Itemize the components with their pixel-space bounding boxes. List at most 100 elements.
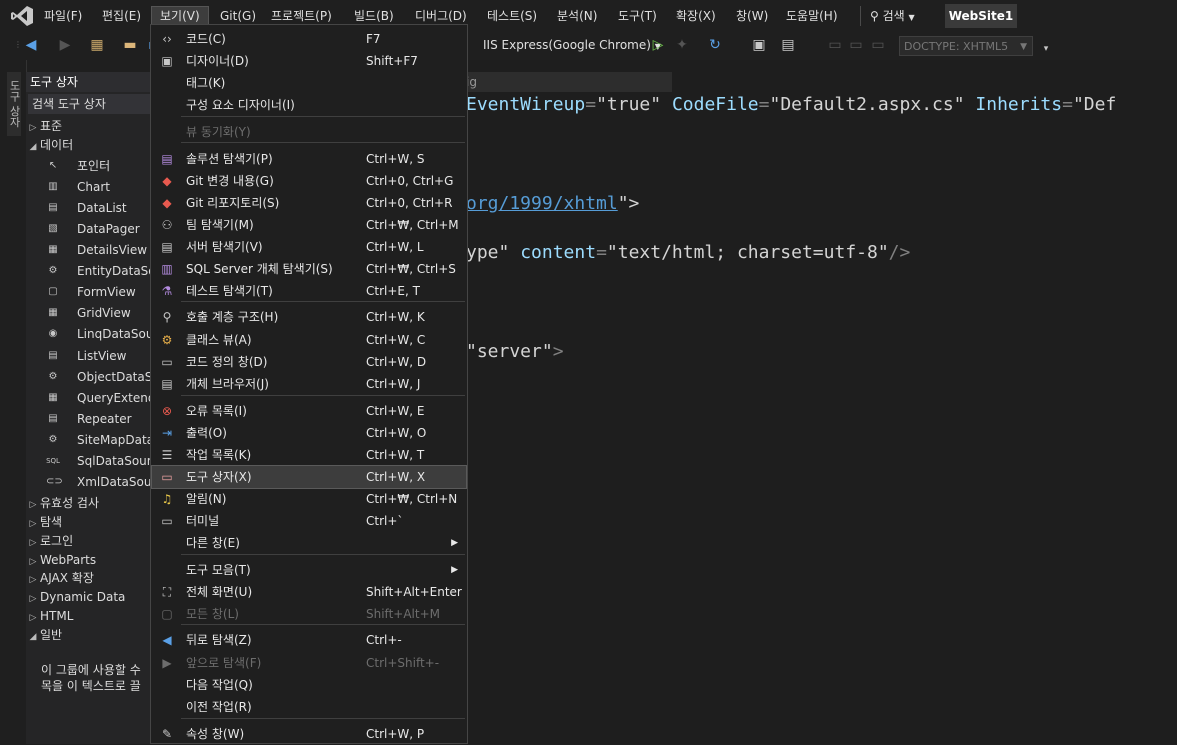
navigate-forward-icon[interactable]: ▶ bbox=[57, 37, 73, 53]
doctype-select[interactable]: DOCTYPE: XHTML5 ▼ bbox=[899, 36, 1033, 56]
view-menu-item[interactable]: ☰ 작업 목록(K) Ctrl+W, T bbox=[152, 444, 466, 466]
view-menu-item[interactable]: ⚇ 팀 탐색기(M) Ctrl+₩, Ctrl+M bbox=[152, 214, 466, 236]
view-menu-item[interactable]: ▭ 터미널 Ctrl+` bbox=[152, 510, 466, 532]
view-menu-item[interactable]: ▥ SQL Server 개체 탐색기(S) Ctrl+₩, Ctrl+S bbox=[152, 258, 466, 280]
view-menu-item-label: 팀 탐색기(M) bbox=[186, 218, 254, 232]
view-menu-item[interactable]: ▣ 디자이너(D) Shift+F7 bbox=[152, 50, 466, 72]
toolbox-item[interactable]: ⊂⊃ XmlDataSour bbox=[26, 472, 152, 493]
view-menu-item[interactable]: ⇥ 출력(O) Ctrl+W, O bbox=[152, 422, 466, 444]
control-icon: ▥ bbox=[48, 180, 58, 192]
view-menu-item[interactable]: ◆ Git 리포지토리(S) Ctrl+0, Ctrl+R bbox=[152, 192, 466, 214]
view-menu-item-label: 개체 브라우저(J) bbox=[186, 377, 269, 391]
toolbox-item[interactable]: ▥ Chart bbox=[26, 177, 152, 198]
toolbox-item[interactable]: ▦ QueryExtende bbox=[26, 388, 152, 409]
toolbox-item[interactable]: ◉ LinqDataSour bbox=[26, 324, 152, 345]
view-menu-item-shortcut: Ctrl+W, S bbox=[366, 152, 425, 166]
view-menu-item[interactable]: ▤ 서버 탐색기(V) Ctrl+W, L bbox=[152, 236, 466, 258]
view-menu-item[interactable]: ▤ 솔루션 탐색기(P) Ctrl+W, S bbox=[152, 148, 466, 170]
view-menu-item[interactable]: ⚲ 호출 계층 구조(H) Ctrl+W, K bbox=[152, 306, 466, 328]
toolbox-item[interactable]: ▦ DetailsView bbox=[26, 240, 152, 261]
view-menu-item[interactable]: ✎ 속성 창(W) Ctrl+W, P bbox=[152, 723, 466, 745]
toolbox-search-input[interactable]: 검색 도구 상자 bbox=[28, 94, 152, 114]
toolbox-item[interactable]: SQL SqlDataSourc bbox=[26, 451, 152, 472]
menu-item-0[interactable]: 파일(F) bbox=[44, 7, 82, 25]
view-menu-item-shortcut: Ctrl+₩, Ctrl+S bbox=[366, 262, 456, 276]
menu-item-3[interactable]: Git(G) bbox=[220, 7, 256, 25]
code-string: "> bbox=[617, 193, 640, 214]
view-menu-item[interactable]: ⛶ 전체 화면(U) Shift+Alt+Enter bbox=[152, 581, 466, 603]
control-icon: ▤ bbox=[48, 349, 58, 361]
view-menu-item[interactable]: ⚙ 클래스 뷰(A) Ctrl+W, C bbox=[152, 329, 466, 351]
view-menu-item[interactable]: 다음 작업(Q) bbox=[152, 674, 466, 696]
code-attribute: content bbox=[520, 242, 597, 263]
visual-studio-logo-icon[interactable] bbox=[10, 5, 34, 27]
view-menu-item[interactable]: 태그(K) bbox=[152, 72, 466, 94]
menu-item-2[interactable]: 보기(V) bbox=[151, 6, 209, 26]
view-menu-item[interactable]: ⊗ 오류 목록(I) Ctrl+W, E bbox=[152, 400, 466, 422]
toolbox-item[interactable]: ▤ ListView bbox=[26, 346, 152, 367]
search-button[interactable]: ⚲ 검색 ▼ bbox=[870, 7, 915, 25]
solution-name-badge[interactable]: WebSite1 bbox=[945, 4, 1017, 28]
view-menu-item-shortcut: Ctrl+0, Ctrl+R bbox=[366, 196, 453, 210]
view-menu-item[interactable]: ◆ Git 변경 내용(G) Ctrl+0, Ctrl+G bbox=[152, 170, 466, 192]
toolbox-item[interactable]: ▢ FormView bbox=[26, 282, 152, 303]
menu-separator bbox=[181, 624, 465, 625]
editor-tab[interactable]: ig bbox=[462, 72, 672, 92]
view-menu-item[interactable]: ◀ 뒤로 탐색(Z) Ctrl+- bbox=[152, 629, 466, 651]
menu-item-1[interactable]: 편집(E) bbox=[102, 7, 141, 25]
menu-item-8[interactable]: 분석(N) bbox=[557, 7, 597, 25]
start-without-debugging-icon[interactable]: ▷ bbox=[650, 37, 666, 53]
menu-item-5[interactable]: 빌드(B) bbox=[354, 7, 394, 25]
view-menu-item[interactable]: ▭ 코드 정의 창(D) Ctrl+W, D bbox=[152, 351, 466, 373]
comment-icon[interactable]: ▭ bbox=[827, 37, 843, 53]
indent-icon[interactable]: ▭ bbox=[870, 37, 886, 53]
menu-item-7[interactable]: 테스트(S) bbox=[487, 7, 537, 25]
collapse-icon[interactable]: ◢ bbox=[26, 137, 40, 156]
layout-icon[interactable]: ▤ bbox=[780, 37, 796, 53]
toolbar-overflow-icon[interactable]: ▾ bbox=[1038, 41, 1054, 57]
hot-reload-icon[interactable]: ✦ bbox=[674, 37, 690, 53]
navigate-back-icon[interactable]: ◀ bbox=[23, 37, 39, 53]
menu-item-9[interactable]: 도구(T) bbox=[618, 7, 657, 25]
view-menu-item[interactable]: 다른 창(E) ▶ bbox=[152, 532, 466, 554]
toolbox-item[interactable]: ⚙ SiteMapDataS bbox=[26, 430, 152, 451]
menu-item-12[interactable]: 도움말(H) bbox=[786, 7, 838, 25]
empty-message-line: 목을 이 텍스트로 끌 bbox=[41, 679, 141, 693]
toolbox-item[interactable]: ▧ DataPager bbox=[26, 219, 152, 240]
menu-item-4[interactable]: 프로젝트(P) bbox=[271, 7, 332, 25]
toolbox-category[interactable]: ◢ 일반 bbox=[26, 625, 152, 646]
view-menu-item[interactable]: 구성 요소 디자이너(I) bbox=[152, 94, 466, 116]
toolbox-category[interactable]: ◢ 데이터 bbox=[26, 135, 152, 156]
open-folder-icon[interactable]: ▬ bbox=[122, 37, 138, 53]
uncomment-icon[interactable]: ▭ bbox=[848, 37, 864, 53]
view-menu-item[interactable]: 이전 작업(R) bbox=[152, 696, 466, 718]
view-menu-item[interactable]: 도구 모음(T) ▶ bbox=[152, 559, 466, 581]
menu-item-10[interactable]: 확장(X) bbox=[676, 7, 716, 25]
toolbox-item[interactable]: ▤ Repeater bbox=[26, 409, 152, 430]
toolbox-item[interactable]: ▤ DataList bbox=[26, 198, 152, 219]
error-list-icon: ⊗ bbox=[161, 404, 173, 418]
toolbox-item-label: Chart bbox=[77, 179, 110, 194]
toolbox-item-label: 포인터 bbox=[77, 158, 111, 173]
toolbox-item[interactable]: ↖ 포인터 bbox=[26, 156, 152, 177]
new-project-icon[interactable]: ▦ bbox=[89, 37, 105, 53]
toolbox-item[interactable]: ⚙ EntityDataSou bbox=[26, 261, 152, 282]
toolbox-item[interactable]: ⚙ ObjectDataSo bbox=[26, 367, 152, 388]
menu-item-11[interactable]: 창(W) bbox=[736, 7, 768, 25]
view-menu-item-label: 클래스 뷰(A) bbox=[186, 333, 252, 347]
view-menu-item[interactable]: ♫ 알림(N) Ctrl+₩, Ctrl+N bbox=[152, 488, 466, 510]
view-menu-item[interactable]: ‹› 코드(C) F7 bbox=[152, 28, 466, 50]
view-menu-item[interactable]: ▭ 도구 상자(X) Ctrl+W, X bbox=[151, 465, 467, 489]
view-menu-item[interactable]: ▤ 개체 브라우저(J) Ctrl+W, J bbox=[152, 373, 466, 395]
view-menu-item[interactable]: ⚗ 테스트 탐색기(T) Ctrl+E, T bbox=[152, 280, 466, 302]
toolbox-side-tab[interactable]: 도구 상자 bbox=[7, 72, 21, 136]
browser-link-icon[interactable]: ▣ bbox=[751, 37, 767, 53]
menu-item-6[interactable]: 디버그(D) bbox=[415, 7, 467, 25]
collapse-icon[interactable]: ◢ bbox=[26, 627, 40, 646]
toolbox-item[interactable]: ▦ GridView bbox=[26, 303, 152, 324]
refresh-icon[interactable]: ↻ bbox=[707, 37, 723, 53]
code-link[interactable]: org/1999/xhtml bbox=[466, 193, 618, 214]
run-target-button[interactable]: IIS Express(Google Chrome) ▼ bbox=[483, 38, 661, 52]
view-menu-item-shortcut: Ctrl+W, C bbox=[366, 333, 426, 347]
view-menu-item-label: 다른 창(E) bbox=[186, 536, 240, 550]
